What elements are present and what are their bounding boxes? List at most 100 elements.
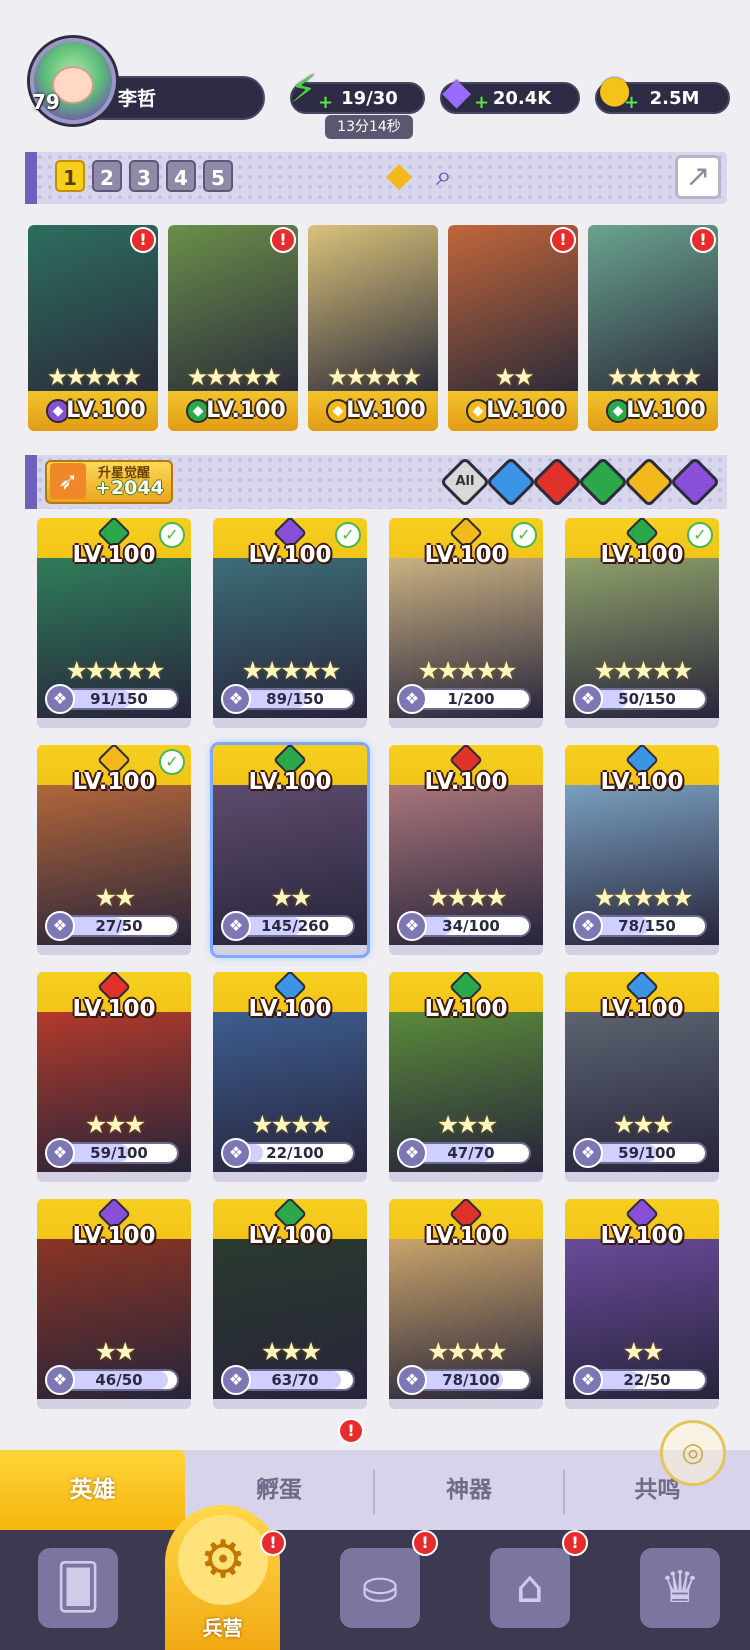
shard-progress-bar: 91/150	[59, 688, 179, 710]
hero-card[interactable]: LV.100 ★★★★★ 78/150 ❖	[565, 745, 719, 955]
shard-progress-text: 46/50	[95, 1371, 143, 1389]
gems-add-icon[interactable]: +	[474, 92, 489, 113]
hero-card[interactable]: LV.100 ★★★ 59/100 ❖	[37, 972, 191, 1182]
hero-card[interactable]: ✓ LV.100 ★★★★★ 91/150 ❖	[37, 518, 191, 728]
hero-card[interactable]: LV.100 ★★★ 47/70 ❖	[389, 972, 543, 1182]
hero-stars: ★★★	[260, 1337, 322, 1366]
hero-level: LV.100	[424, 1223, 508, 1249]
shard-progress-text: 59/100	[618, 1144, 676, 1162]
hero-level: LV.100	[248, 769, 332, 795]
shard-icon: ❖	[221, 684, 251, 714]
shop-alert-icon: !	[562, 1530, 588, 1556]
hero-card[interactable]: LV.100 ★★ 145/260 ❖	[213, 745, 367, 955]
team-tab-4[interactable]: 4	[166, 160, 196, 192]
shard-icon: ❖	[397, 684, 427, 714]
hero-stars: ★★★★★	[606, 363, 703, 391]
hero-stars: ★★	[494, 363, 534, 391]
shard-icon: ❖	[221, 911, 251, 941]
hero-stars: ★★★★★	[593, 883, 693, 912]
nav-guild-icon[interactable]: ♛	[640, 1548, 720, 1628]
magnifier-icon[interactable]: ⌕	[436, 162, 452, 190]
nav-cards-icon[interactable]: 🂠	[38, 1548, 118, 1628]
hero-card[interactable]: LV.100 ★★★ 59/100 ❖	[565, 972, 719, 1182]
hero-level: LV.100	[424, 996, 508, 1022]
hero-stars: ★★★	[612, 1110, 674, 1139]
hero-stars: ★★	[270, 883, 313, 912]
hatch-alert-icon: !	[338, 1418, 364, 1444]
filter-label	[539, 464, 575, 500]
team-hero-card[interactable]: ★★★★★ ◆ LV.100!	[588, 225, 718, 431]
shard-progress-bar: 59/100	[59, 1142, 179, 1164]
hero-card[interactable]: LV.100 ★★★★ 78/100 ❖	[389, 1199, 543, 1409]
shard-progress-bar: 34/100	[411, 915, 531, 937]
shard-progress-text: 1/200	[447, 690, 495, 708]
shard-icon: ❖	[573, 911, 603, 941]
team-tab-1[interactable]: 1	[55, 160, 85, 192]
shard-progress-text: 22/50	[623, 1371, 671, 1389]
team-hero-card[interactable]: ★★★★★ ◆ LV.100!	[28, 225, 158, 431]
shard-progress-bar: 78/150	[587, 915, 707, 937]
filter-label	[677, 464, 713, 500]
hero-level: LV.100	[248, 1223, 332, 1249]
shard-progress-text: 47/70	[447, 1144, 495, 1162]
hero-card[interactable]: LV.100 ★★ 22/50 ❖	[565, 1199, 719, 1409]
shard-progress-bar: 145/260	[235, 915, 355, 937]
hero-level: LV.100	[248, 542, 332, 568]
nav-map-icon[interactable]: ⛀	[340, 1548, 420, 1628]
shard-progress-text: 22/100	[266, 1144, 324, 1162]
team-hero-card[interactable]: ★★★★★ ◆ LV.100	[308, 225, 438, 431]
hero-stars: ★★★★	[427, 883, 508, 912]
awaken-icon: ➶	[50, 463, 86, 499]
hero-stars: ★★★★★	[186, 363, 283, 391]
energy-timer: 13分14秒	[325, 115, 413, 139]
team-hero-card[interactable]: ★★ ◆ LV.100!	[448, 225, 578, 431]
shard-progress-bar: 27/50	[59, 915, 179, 937]
shard-icon: ❖	[45, 1138, 75, 1168]
tab-heroes[interactable]: 英雄	[0, 1450, 185, 1530]
hero-level: LV.100	[72, 542, 156, 568]
hero-level: LV.100	[626, 398, 706, 423]
shard-icon: ❖	[397, 911, 427, 941]
hero-card[interactable]: ✓ LV.100 ★★★★★ 1/200 ❖	[389, 518, 543, 728]
filter-label	[585, 464, 621, 500]
shard-progress-text: 59/100	[90, 1144, 148, 1162]
hero-level: LV.100	[424, 542, 508, 568]
coins-add-icon[interactable]: +	[624, 92, 639, 113]
shard-progress-text: 50/150	[618, 690, 676, 708]
hero-stars: ★★★★★	[326, 363, 423, 391]
shard-progress-bar: 63/70	[235, 1369, 355, 1391]
hero-level: LV.100	[206, 398, 286, 423]
tab-artifacts[interactable]: 神器	[375, 1450, 563, 1530]
hero-card[interactable]: ✓ LV.100 ★★★★★ 89/150 ❖	[213, 518, 367, 728]
hero-level: LV.100	[600, 996, 684, 1022]
hero-card[interactable]: LV.100 ★★ 46/50 ❖	[37, 1199, 191, 1409]
team-element-icon[interactable]: ◆	[386, 158, 412, 192]
shard-icon: ❖	[45, 684, 75, 714]
shard-progress-bar: 50/150	[587, 688, 707, 710]
shard-icon: ❖	[573, 1138, 603, 1168]
shard-progress-bar: 1/200	[411, 688, 531, 710]
team-hero-card[interactable]: ★★★★★ ◆ LV.100!	[168, 225, 298, 431]
hero-card[interactable]: LV.100 ★★★★ 22/100 ❖	[213, 972, 367, 1182]
shard-progress-bar: 47/70	[411, 1142, 531, 1164]
team-tab-5[interactable]: 5	[203, 160, 233, 192]
shard-icon: ❖	[573, 684, 603, 714]
shard-progress-bar: 46/50	[59, 1369, 179, 1391]
shard-progress-bar: 78/100	[411, 1369, 531, 1391]
hero-card[interactable]: ✓ LV.100 ★★ 27/50 ❖	[37, 745, 191, 955]
hero-level: LV.100	[72, 996, 156, 1022]
shard-progress-text: 78/150	[618, 917, 676, 935]
hero-card[interactable]: LV.100 ★★★★ 34/100 ❖	[389, 745, 543, 955]
floating-action-icon[interactable]: ◎	[660, 1420, 726, 1486]
hero-level: LV.100	[600, 1223, 684, 1249]
hero-card[interactable]: LV.100 ★★★ 63/70 ❖	[213, 1199, 367, 1409]
team-tab-3[interactable]: 3	[129, 160, 159, 192]
hero-card[interactable]: ✓ LV.100 ★★★★★ 50/150 ❖	[565, 518, 719, 728]
shard-progress-text: 91/150	[90, 690, 148, 708]
nav-shop-icon[interactable]: ⌂	[490, 1548, 570, 1628]
share-icon[interactable]: ↗	[675, 155, 721, 199]
shard-progress-bar: 22/50	[587, 1369, 707, 1391]
hero-level: LV.100	[600, 769, 684, 795]
energy-add-icon[interactable]: +	[318, 92, 333, 113]
team-tab-2[interactable]: 2	[92, 160, 122, 192]
